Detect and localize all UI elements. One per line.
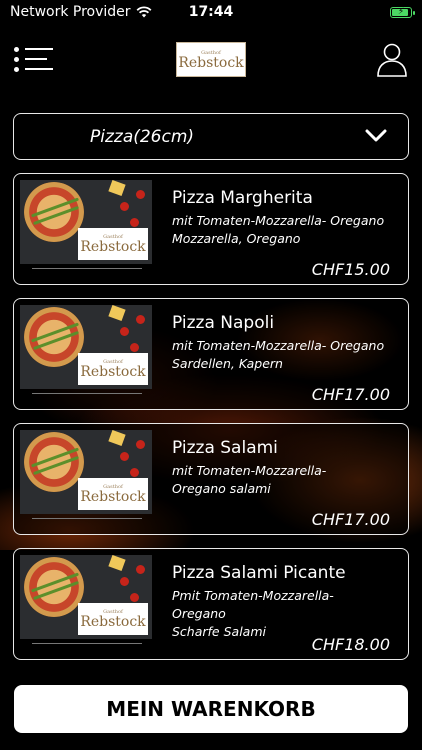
menu-dot	[14, 66, 19, 72]
product-description: Pmit Tomaten-Mozzarella- Oregano Scharfe…	[172, 587, 387, 641]
pizza-graphic	[24, 557, 84, 617]
product-price: CHF17.00	[311, 510, 390, 529]
product-price: CHF18.00	[311, 635, 390, 654]
category-selected-label: Pizza(26cm)	[90, 126, 195, 147]
tomato-graphic	[120, 452, 129, 461]
menu-row	[14, 54, 54, 64]
header: Gasthof Rebstock	[0, 40, 422, 82]
charging-bolt-icon: ⚡	[397, 6, 405, 17]
tomato-graphic	[136, 315, 145, 324]
status-bar: Network Provider 17:44 ⚡	[0, 0, 422, 24]
description-line: mit Tomaten-Mozzarella- Oregano	[172, 213, 385, 228]
pizza-thumbnail-image: Gasthof Rebstock	[20, 430, 152, 514]
status-left: Network Provider	[10, 4, 152, 20]
menu-row	[14, 64, 54, 74]
thumbnail-logo: Gasthof Rebstock	[78, 603, 148, 635]
product-description: mit Tomaten-Mozzarella- Oregano salami	[172, 462, 387, 498]
product-description: mit Tomaten-Mozzarella- Oregano Mozzarel…	[172, 212, 387, 248]
thumbnail-logo: Gasthof Rebstock	[78, 228, 148, 260]
product-name: Pizza Napoli	[172, 313, 275, 333]
tomato-graphic	[130, 343, 139, 352]
pizza-thumbnail-image: Gasthof Rebstock	[20, 180, 152, 264]
chevron-down-icon	[365, 129, 387, 142]
description-line: mit Tomaten-Mozzarella-	[172, 463, 327, 478]
category-dropdown[interactable]: Pizza(26cm)	[13, 113, 409, 160]
product-price: CHF15.00	[311, 260, 390, 279]
logo-text: Rebstock	[80, 614, 146, 630]
pizza-graphic	[24, 182, 84, 242]
description-line: Mozzarella, Oregano	[172, 231, 301, 246]
product-name: Pizza Margherita	[172, 188, 313, 208]
description-line: Oregano salami	[172, 481, 271, 496]
product-card-salami[interactable]: Gasthof Rebstock Pizza Salami mit Tomate…	[13, 423, 409, 535]
tomato-graphic	[130, 468, 139, 477]
product-card-margherita[interactable]: Gasthof Rebstock Pizza Margherita mit To…	[13, 173, 409, 285]
product-price: CHF17.00	[311, 385, 390, 404]
menu-row	[14, 44, 54, 54]
divider	[32, 393, 142, 394]
cheese-graphic	[108, 555, 126, 572]
logo-text: Rebstock	[178, 54, 244, 71]
cheese-graphic	[108, 180, 126, 197]
logo-text: Rebstock	[80, 239, 146, 255]
tomato-graphic	[136, 190, 145, 199]
product-card-napoli[interactable]: Gasthof Rebstock Pizza Napoli mit Tomate…	[13, 298, 409, 410]
tomato-graphic	[130, 593, 139, 602]
cheese-graphic	[108, 305, 126, 322]
carrier-label: Network Provider	[10, 4, 131, 20]
logo-text: Rebstock	[80, 489, 146, 505]
cart-button[interactable]: MEIN WARENKORB	[14, 685, 408, 733]
tomato-graphic	[120, 202, 129, 211]
product-name: Pizza Salami Picante	[172, 563, 346, 583]
tomato-graphic	[136, 440, 145, 449]
logo-text: Rebstock	[80, 364, 146, 380]
description-line: Sardellen, Kapern	[172, 356, 283, 371]
wifi-icon	[136, 6, 151, 18]
menu-dot	[14, 56, 19, 62]
battery-icon: ⚡	[390, 6, 415, 18]
pizza-thumbnail-image: Gasthof Rebstock	[20, 555, 152, 639]
product-name: Pizza Salami	[172, 438, 278, 458]
divider	[32, 268, 142, 269]
pizza-graphic	[24, 307, 84, 367]
pizza-thumbnail-image: Gasthof Rebstock	[20, 305, 152, 389]
menu-line	[25, 58, 47, 60]
divider	[32, 518, 142, 519]
tomato-graphic	[120, 577, 129, 586]
cheese-graphic	[108, 430, 126, 447]
thumbnail-logo: Gasthof Rebstock	[78, 353, 148, 385]
thumbnail-logo: Gasthof Rebstock	[78, 478, 148, 510]
menu-line	[25, 48, 53, 50]
product-list: Gasthof Rebstock Pizza Margherita mit To…	[13, 173, 409, 673]
divider	[32, 643, 142, 644]
product-card-salami-picante[interactable]: Gasthof Rebstock Pizza Salami Picante Pm…	[13, 548, 409, 660]
user-profile-icon[interactable]	[376, 42, 408, 78]
tomato-graphic	[136, 565, 145, 574]
rebstock-logo: Gasthof Rebstock	[176, 42, 246, 77]
product-description: mit Tomaten-Mozzarella- Oregano Sardelle…	[172, 337, 387, 373]
tomato-graphic	[130, 218, 139, 227]
menu-line	[25, 68, 53, 70]
menu-dot	[14, 46, 19, 52]
description-line: Pmit Tomaten-Mozzarella- Oregano	[172, 588, 334, 621]
pizza-graphic	[24, 432, 84, 492]
tomato-graphic	[120, 327, 129, 336]
list-menu-icon[interactable]	[14, 44, 54, 74]
description-line: mit Tomaten-Mozzarella- Oregano	[172, 338, 385, 353]
